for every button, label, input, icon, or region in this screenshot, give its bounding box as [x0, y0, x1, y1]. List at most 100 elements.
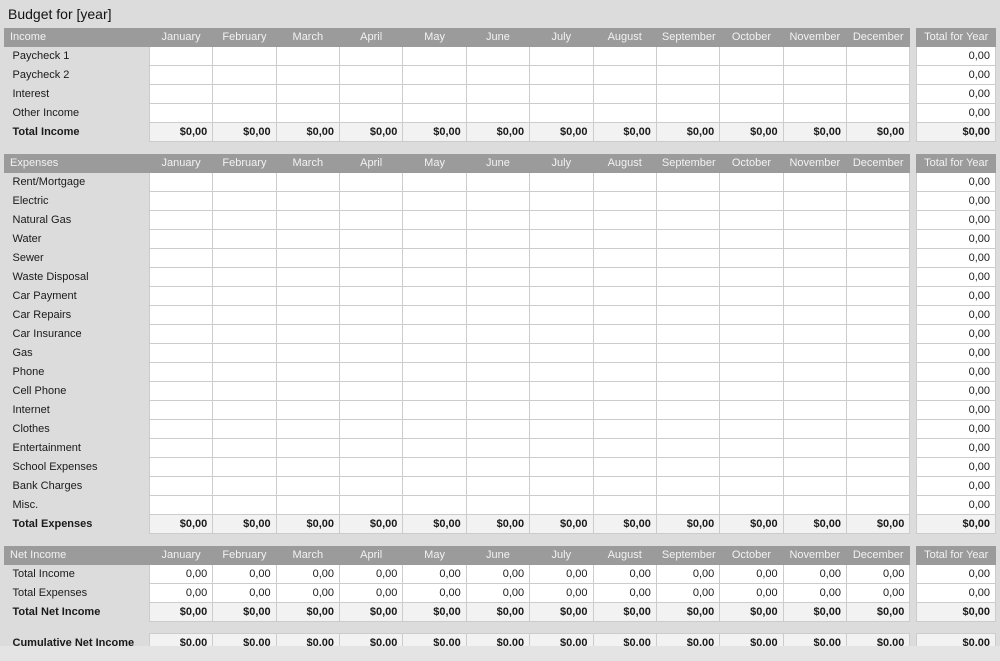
cell-november[interactable]: [783, 306, 846, 325]
cell-september[interactable]: [656, 249, 719, 268]
cell-august[interactable]: [593, 325, 656, 344]
cell-total-for-year[interactable]: 0,00: [917, 496, 996, 515]
cell-october[interactable]: $0,00: [720, 515, 783, 534]
cell-november[interactable]: [783, 85, 846, 104]
cell-march[interactable]: [276, 230, 339, 249]
cell-december[interactable]: [847, 249, 910, 268]
cell-october[interactable]: [720, 192, 783, 211]
cell-march[interactable]: [276, 104, 339, 123]
cell-may[interactable]: [403, 325, 466, 344]
cell-november[interactable]: 0,00: [783, 565, 846, 584]
cell-december[interactable]: [847, 458, 910, 477]
cell-may[interactable]: [403, 230, 466, 249]
cell-total-for-year[interactable]: 0,00: [917, 477, 996, 496]
cell-july[interactable]: [530, 211, 593, 230]
cell-august[interactable]: [593, 420, 656, 439]
cell-june[interactable]: [466, 382, 529, 401]
cell-july[interactable]: [530, 458, 593, 477]
cell-may[interactable]: 0,00: [403, 565, 466, 584]
cell-june[interactable]: [466, 104, 529, 123]
cell-total-for-year[interactable]: 0,00: [917, 104, 996, 123]
cell-may[interactable]: [403, 287, 466, 306]
cell-may[interactable]: [403, 306, 466, 325]
cell-june[interactable]: [466, 477, 529, 496]
cell-november[interactable]: $0,00: [783, 123, 846, 142]
cell-may[interactable]: [403, 47, 466, 66]
cell-total-for-year[interactable]: 0,00: [917, 192, 996, 211]
cell-february[interactable]: [213, 192, 276, 211]
cell-april[interactable]: [340, 249, 403, 268]
cell-july[interactable]: [530, 85, 593, 104]
cell-january[interactable]: [149, 306, 212, 325]
cell-july[interactable]: $0,00: [530, 123, 593, 142]
cell-april[interactable]: [340, 287, 403, 306]
cell-april[interactable]: [340, 306, 403, 325]
cell-december[interactable]: [847, 306, 910, 325]
cell-january[interactable]: [149, 268, 212, 287]
cell-march[interactable]: [276, 85, 339, 104]
cell-september[interactable]: [656, 173, 719, 192]
cell-june[interactable]: 0,00: [466, 565, 529, 584]
cell-february[interactable]: [213, 439, 276, 458]
cell-december[interactable]: [847, 230, 910, 249]
cell-november[interactable]: [783, 47, 846, 66]
cell-january[interactable]: [149, 344, 212, 363]
cell-july[interactable]: [530, 47, 593, 66]
cell-february[interactable]: [213, 66, 276, 85]
cell-december[interactable]: [847, 496, 910, 515]
cell-october[interactable]: [720, 363, 783, 382]
cell-march[interactable]: [276, 477, 339, 496]
cell-september[interactable]: [656, 344, 719, 363]
cell-august[interactable]: $0,00: [593, 123, 656, 142]
cell-april[interactable]: [340, 211, 403, 230]
cell-may[interactable]: 0,00: [403, 584, 466, 603]
cell-march[interactable]: $0,00: [276, 603, 339, 622]
cell-february[interactable]: [213, 47, 276, 66]
cell-august[interactable]: [593, 47, 656, 66]
cell-january[interactable]: $0,00: [149, 123, 212, 142]
cell-february[interactable]: [213, 363, 276, 382]
cell-june[interactable]: [466, 287, 529, 306]
cell-january[interactable]: [149, 439, 212, 458]
cell-august[interactable]: [593, 249, 656, 268]
cell-august[interactable]: [593, 230, 656, 249]
cell-november[interactable]: [783, 496, 846, 515]
cell-october[interactable]: [720, 344, 783, 363]
cell-september[interactable]: [656, 325, 719, 344]
cell-july[interactable]: [530, 306, 593, 325]
cell-april[interactable]: [340, 268, 403, 287]
cell-may[interactable]: $0,00: [403, 123, 466, 142]
cell-february[interactable]: 0,00: [213, 584, 276, 603]
cell-march[interactable]: [276, 268, 339, 287]
cell-total-for-year[interactable]: 0,00: [917, 66, 996, 85]
cell-june[interactable]: [466, 496, 529, 515]
cell-may[interactable]: [403, 458, 466, 477]
cell-may[interactable]: [403, 173, 466, 192]
cell-march[interactable]: $0,00: [276, 515, 339, 534]
cell-total-for-year[interactable]: 0,00: [917, 344, 996, 363]
cell-april[interactable]: [340, 363, 403, 382]
cell-november[interactable]: [783, 211, 846, 230]
cell-april[interactable]: [340, 47, 403, 66]
cell-october[interactable]: [720, 382, 783, 401]
cell-november[interactable]: [783, 249, 846, 268]
cell-total-for-year[interactable]: $0,00: [917, 123, 996, 142]
cell-may[interactable]: [403, 192, 466, 211]
cell-july[interactable]: [530, 363, 593, 382]
cell-february[interactable]: [213, 230, 276, 249]
cell-july[interactable]: [530, 66, 593, 85]
cell-july[interactable]: [530, 268, 593, 287]
cell-march[interactable]: [276, 458, 339, 477]
cell-september[interactable]: $0,00: [656, 603, 719, 622]
cell-july[interactable]: [530, 382, 593, 401]
cell-november[interactable]: [783, 477, 846, 496]
cell-november[interactable]: [783, 230, 846, 249]
cell-november[interactable]: [783, 173, 846, 192]
cell-january[interactable]: [149, 66, 212, 85]
cell-october[interactable]: [720, 401, 783, 420]
cell-april[interactable]: [340, 325, 403, 344]
cell-february[interactable]: [213, 382, 276, 401]
cell-june[interactable]: $0,00: [466, 123, 529, 142]
cell-april[interactable]: [340, 173, 403, 192]
cell-march[interactable]: [276, 211, 339, 230]
